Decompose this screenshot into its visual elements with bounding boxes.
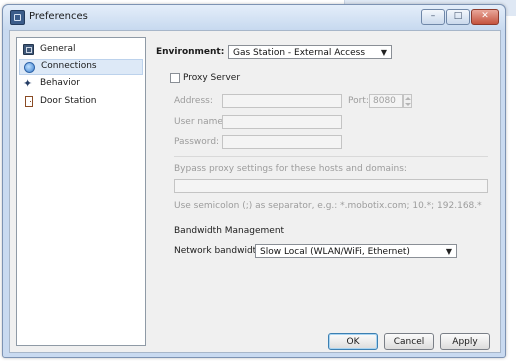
bandwidth-select[interactable]: Slow Local (WLAN/WiFi, Ethernet) ▼ — [255, 244, 457, 258]
bypass-field[interactable] — [174, 179, 488, 193]
port-label: Port: — [348, 96, 369, 106]
address-field[interactable] — [222, 94, 342, 108]
port-field[interactable]: 8080 — [369, 94, 403, 108]
category-list: General Connections ✦ Behavior Door Stat… — [16, 37, 146, 346]
address-label: Address: — [174, 96, 213, 106]
preferences-window: Preferences – □ ✕ General Connections ✦ … — [2, 4, 506, 358]
general-icon — [23, 44, 34, 55]
proxy-server-label: Proxy Server — [183, 73, 241, 83]
window-title: Preferences — [29, 11, 88, 22]
nav-item-label: Connections — [41, 61, 97, 71]
nav-item-label: Behavior — [40, 78, 80, 88]
chevron-down-icon: ▼ — [445, 247, 452, 256]
app-icon — [10, 10, 25, 25]
cancel-button[interactable]: Cancel — [384, 333, 434, 350]
apply-button[interactable]: Apply — [440, 333, 490, 350]
nav-item-door-station[interactable]: Door Station — [19, 94, 141, 110]
bypass-label: Bypass proxy settings for these hosts an… — [174, 164, 407, 174]
dialog-body: General Connections ✦ Behavior Door Stat… — [9, 30, 501, 353]
globe-icon — [24, 62, 35, 73]
close-button[interactable]: ✕ — [471, 9, 499, 25]
title-bar[interactable]: Preferences – □ ✕ — [3, 5, 505, 30]
nav-item-behavior[interactable]: ✦ Behavior — [19, 76, 141, 92]
door-icon — [25, 96, 33, 107]
divider — [174, 156, 488, 157]
connections-panel: Environment: Gas Station - External Acce… — [156, 31, 496, 352]
environment-label: Environment: — [156, 47, 225, 57]
environment-value: Gas Station - External Access — [233, 48, 366, 58]
bypass-hint: Use semicolon (;) as separator, e.g.: *.… — [174, 201, 482, 211]
username-field[interactable] — [222, 115, 342, 129]
ok-button[interactable]: OK — [328, 333, 378, 350]
password-label: Password: — [174, 137, 220, 147]
chevron-down-icon: ▼ — [380, 48, 387, 57]
minimize-button[interactable]: – — [421, 9, 445, 25]
maximize-button[interactable]: □ — [446, 9, 470, 25]
nav-item-general[interactable]: General — [19, 42, 141, 58]
bandwidth-value: Slow Local (WLAN/WiFi, Ethernet) — [260, 247, 410, 257]
bandwidth-label: Network bandwidth: — [174, 246, 265, 256]
environment-select[interactable]: Gas Station - External Access ▼ — [228, 45, 392, 59]
nav-item-connections[interactable]: Connections — [19, 59, 143, 75]
behavior-icon: ✦ — [23, 77, 33, 90]
password-field[interactable] — [222, 135, 342, 149]
nav-item-label: General — [40, 44, 76, 54]
port-stepper[interactable] — [403, 94, 412, 108]
username-label: User name: — [174, 117, 226, 127]
proxy-server-checkbox[interactable] — [170, 73, 180, 83]
bandwidth-section-title: Bandwidth Management — [174, 226, 285, 236]
nav-item-label: Door Station — [40, 96, 97, 106]
